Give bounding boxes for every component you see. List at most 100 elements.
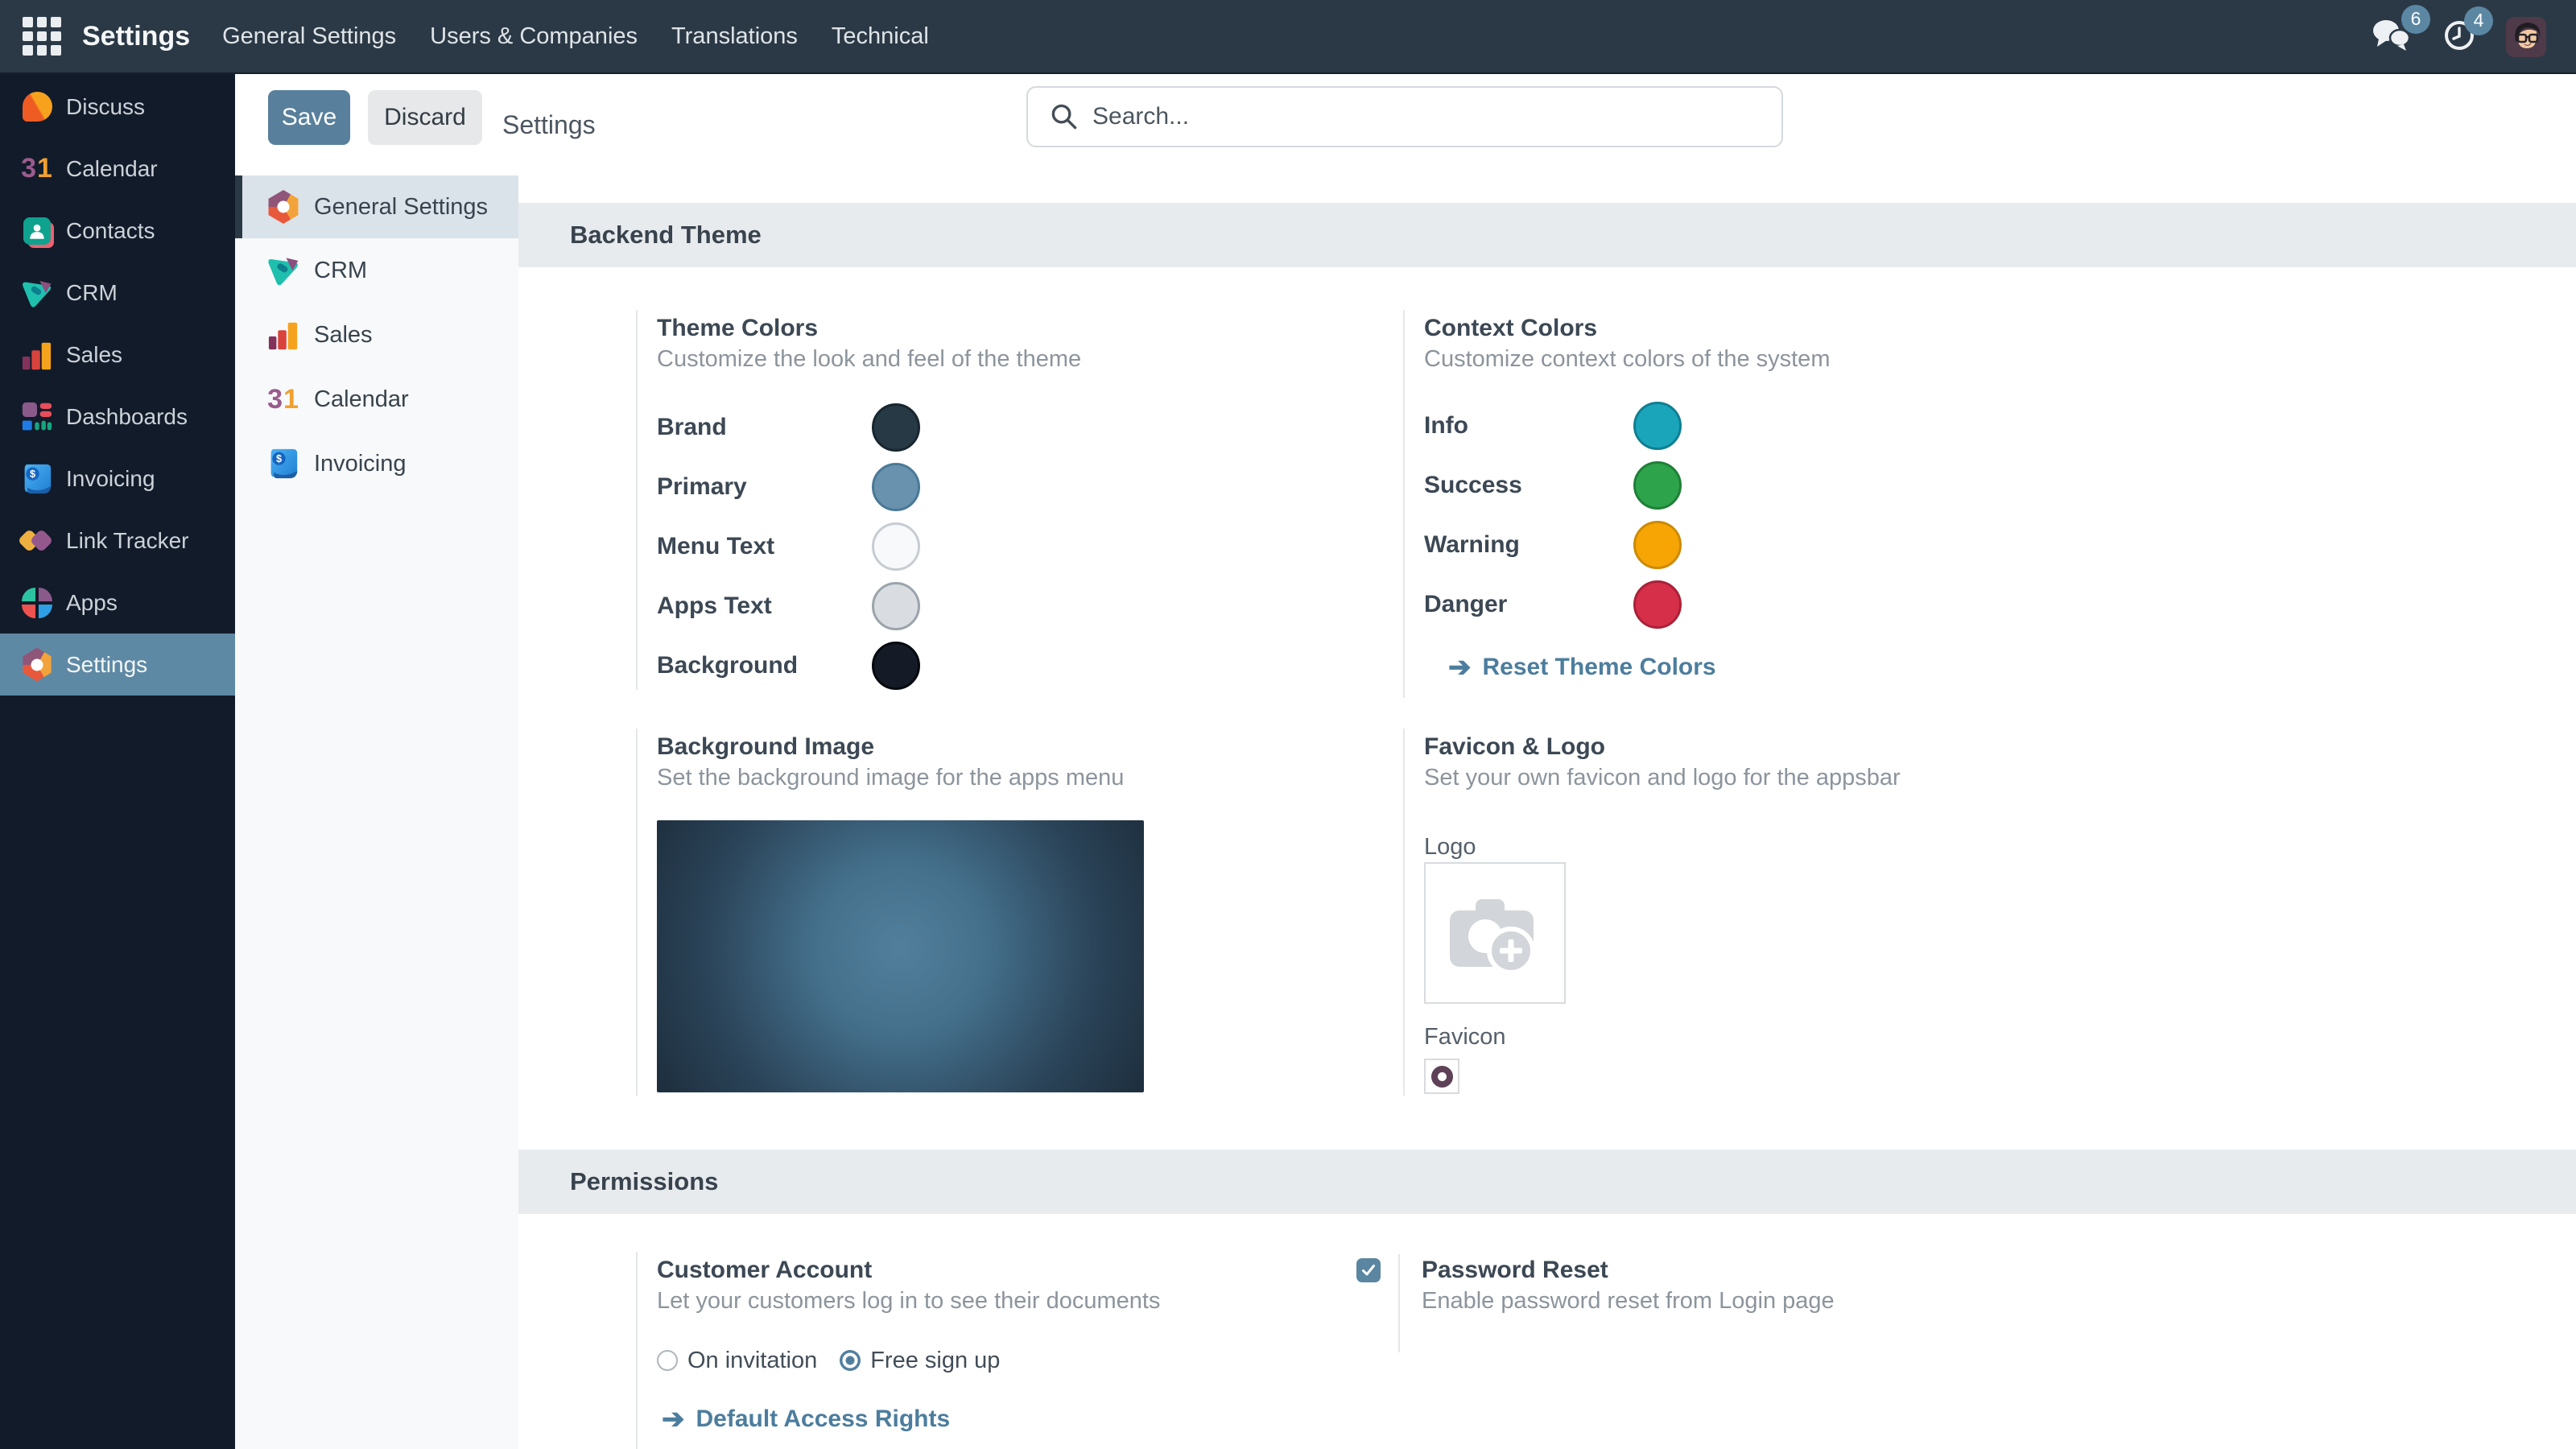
background-image-preview[interactable]	[657, 820, 1144, 1092]
theme-color-row-background: Background	[657, 638, 1344, 693]
link-tracker-icon	[21, 525, 53, 557]
theme-color-row-menu-text: Menu Text	[657, 519, 1344, 574]
discard-button[interactable]: Discard	[368, 90, 482, 145]
favicon-logo-subtitle: Set your own favicon and logo for the ap…	[1424, 762, 2015, 793]
sidebar-item-calendar[interactable]: 31 Calendar	[0, 138, 235, 200]
context-color-row-info: Info	[1424, 398, 2015, 453]
camera-placeholder-icon	[1445, 890, 1545, 976]
activities-button[interactable]: 4	[2443, 19, 2475, 56]
menu-users-companies[interactable]: Users & Companies	[430, 0, 638, 73]
theme-colors-title: Theme Colors	[657, 313, 1344, 344]
user-avatar[interactable]	[2506, 17, 2546, 57]
save-button[interactable]: Save	[268, 90, 350, 145]
customer-account-box: Customer Account Let your customers log …	[636, 1252, 1344, 1449]
primary-color-swatch[interactable]	[872, 463, 920, 511]
sidebar-item-link-tracker[interactable]: Link Tracker	[0, 510, 235, 572]
arrow-right-icon: ➔	[1448, 651, 1472, 683]
menu-translations[interactable]: Translations	[671, 0, 798, 73]
danger-color-swatch[interactable]	[1633, 580, 1682, 629]
sidebar-item-crm[interactable]: CRM	[0, 262, 235, 324]
password-reset-title: Password Reset	[1422, 1255, 1835, 1286]
divider	[1398, 1254, 1400, 1352]
context-colors-title: Context Colors	[1424, 313, 2015, 344]
discuss-bubble-icon	[21, 91, 53, 123]
warning-color-swatch[interactable]	[1633, 521, 1682, 569]
sidebar-item-contacts[interactable]: Contacts	[0, 200, 235, 262]
background-image-subtitle: Set the background image for the apps me…	[657, 762, 1344, 793]
sales-bars-icon	[266, 317, 301, 353]
activities-count-badge[interactable]: 4	[2464, 6, 2493, 35]
favicon-ring-icon	[1431, 1066, 1453, 1088]
apps-pie-icon	[21, 587, 53, 619]
context-color-row-warning: Warning	[1424, 518, 2015, 572]
messages-count-badge[interactable]: 6	[2401, 5, 2430, 34]
settings-nav-calendar[interactable]: 31 Calendar	[235, 367, 518, 431]
favicon-logo-box: Favicon & Logo Set your own favicon and …	[1403, 729, 2015, 1096]
theme-color-row-brand: Brand	[657, 400, 1344, 455]
favicon-logo-title: Favicon & Logo	[1424, 732, 2015, 762]
breadcrumb: Settings	[502, 74, 596, 175]
favicon-upload-box[interactable]	[1424, 1059, 1459, 1094]
search-input[interactable]	[1092, 103, 1781, 130]
calendar-31-icon: 31	[266, 382, 301, 417]
menu-text-color-swatch[interactable]	[872, 522, 920, 571]
radio-on-invitation[interactable]	[657, 1350, 678, 1371]
invoicing-doc-icon: $	[21, 463, 53, 495]
background-image-title: Background Image	[657, 732, 1344, 762]
sidebar-item-dashboards[interactable]: Dashboards	[0, 386, 235, 448]
context-colors-box: Context Colors Customize context colors …	[1403, 310, 2015, 698]
settings-nav-sales[interactable]: Sales	[235, 303, 518, 367]
apps-text-color-swatch[interactable]	[872, 582, 920, 630]
settings-nav: General Settings CRM Sales 31 Calendar	[235, 175, 518, 1449]
theme-color-row-primary: Primary	[657, 460, 1344, 514]
menu-general-settings[interactable]: General Settings	[222, 0, 396, 73]
topbar-menu: General Settings Users & Companies Trans…	[222, 0, 929, 73]
settings-hex-icon	[21, 649, 53, 681]
sidebar-item-discuss[interactable]: Discuss	[0, 76, 235, 138]
logo-upload-box[interactable]	[1424, 862, 1566, 1004]
calendar-31-icon: 31	[21, 153, 53, 185]
customer-account-subtitle: Let your customers log in to see their d…	[657, 1286, 1344, 1316]
context-colors-subtitle: Customize context colors of the system	[1424, 344, 2015, 374]
context-color-row-danger: Danger	[1424, 577, 2015, 632]
sidebar-item-settings[interactable]: Settings	[0, 634, 235, 696]
menu-technical[interactable]: Technical	[832, 0, 929, 73]
customer-account-options: On invitation Free sign up	[657, 1345, 1344, 1376]
password-reset-box: Password Reset Enable password reset fro…	[1356, 1254, 1835, 1352]
app-sidebar: Discuss 31 Calendar Contacts CRM Sale	[0, 74, 235, 1449]
settings-hex-icon	[266, 189, 301, 225]
settings-nav-general[interactable]: General Settings	[235, 175, 518, 238]
section-header-backend-theme: Backend Theme	[518, 203, 2576, 267]
settings-nav-crm[interactable]: CRM	[235, 238, 518, 303]
sidebar-item-invoicing[interactable]: $ Invoicing	[0, 448, 235, 510]
sidebar-item-sales[interactable]: Sales	[0, 324, 235, 386]
theme-colors-box: Theme Colors Customize the look and feel…	[636, 310, 1344, 690]
invoicing-doc-icon: $	[266, 446, 301, 481]
checkmark-icon	[1360, 1262, 1377, 1278]
contacts-person-icon	[21, 215, 53, 247]
search-box[interactable]	[1026, 86, 1783, 147]
background-color-swatch[interactable]	[872, 642, 920, 690]
password-reset-checkbox[interactable]	[1356, 1258, 1381, 1282]
apps-grid-icon[interactable]	[23, 17, 61, 56]
reset-theme-colors-link[interactable]: ➔ Reset Theme Colors	[1448, 651, 2015, 683]
radio-free-sign-up[interactable]	[840, 1350, 861, 1371]
topbar: Settings General Settings Users & Compan…	[0, 0, 2576, 74]
section-header-permissions: Permissions	[518, 1150, 2576, 1214]
favicon-label: Favicon	[1424, 1022, 2015, 1052]
control-panel: Save Discard Settings	[235, 74, 2576, 175]
sidebar-item-apps[interactable]: Apps	[0, 572, 235, 634]
messages-button[interactable]: 6	[2371, 18, 2413, 57]
arrow-right-icon: ➔	[662, 1403, 685, 1435]
theme-colors-subtitle: Customize the look and feel of the theme	[657, 344, 1344, 374]
settings-nav-invoicing[interactable]: $ Invoicing	[235, 431, 518, 496]
crm-icon	[21, 277, 53, 309]
search-icon	[1051, 103, 1078, 130]
default-access-rights-link[interactable]: ➔ Default Access Rights	[662, 1403, 1344, 1435]
brand-color-swatch[interactable]	[872, 403, 920, 452]
svg-text:$: $	[276, 453, 282, 464]
password-reset-subtitle: Enable password reset from Login page	[1422, 1286, 1835, 1316]
info-color-swatch[interactable]	[1633, 402, 1682, 450]
success-color-swatch[interactable]	[1633, 461, 1682, 510]
sales-bars-icon	[21, 339, 53, 371]
